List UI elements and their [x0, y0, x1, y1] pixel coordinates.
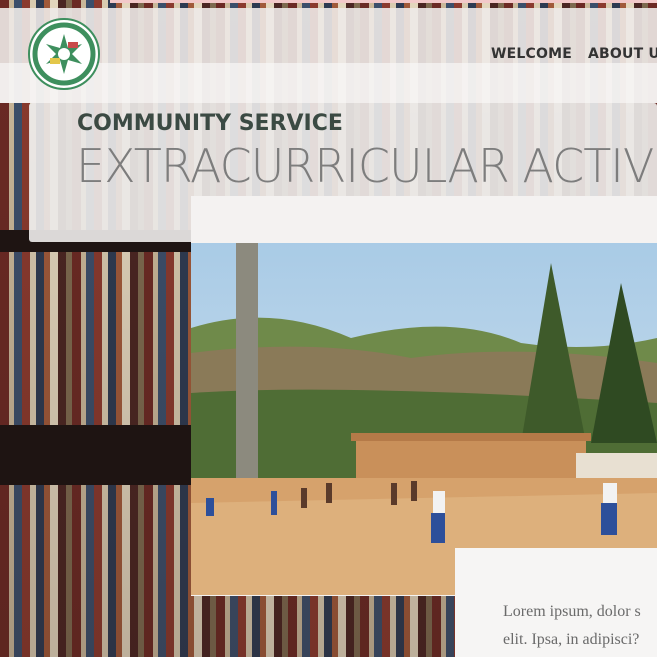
hero-title: EXTRACURRICULAR ACTIV: [76, 139, 654, 193]
browser-edge-strip: [110, 0, 657, 3]
content-line: elit. Ipsa, in adipisci?: [503, 631, 640, 648]
hero-subtitle: COMMUNITY SERVICE: [77, 111, 343, 136]
nav-item-welcome[interactable]: WELCOME: [491, 46, 572, 62]
campus-scene-image: [191, 243, 657, 595]
content-paragraph: Lorem ipsum, dolor s elit. Ipsa, in adip…: [503, 598, 657, 654]
main-nav: WELCOME ABOUT US: [491, 46, 657, 62]
college-crest-icon: [32, 22, 96, 86]
nav-item-about-us[interactable]: ABOUT US: [588, 46, 657, 62]
college-logo[interactable]: [28, 18, 100, 90]
content-line: Lorem ipsum, dolor s: [503, 603, 641, 620]
header-band: [0, 63, 657, 103]
campus-photo: [191, 243, 657, 595]
